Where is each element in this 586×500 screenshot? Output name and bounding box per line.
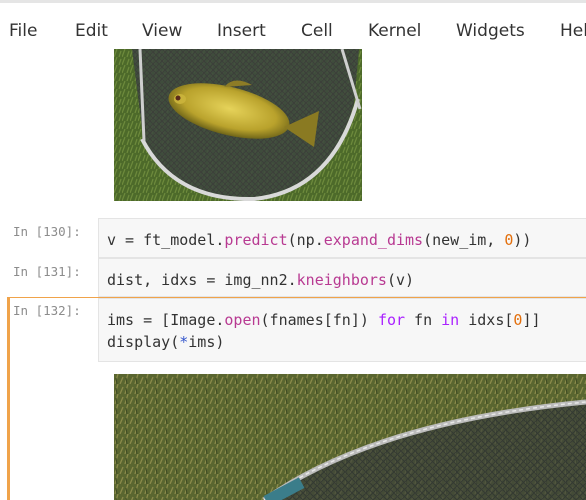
output-image-net-on-grass bbox=[114, 374, 586, 500]
cell-prompt: In [131]: bbox=[13, 264, 81, 279]
menu-help[interactable]: Help bbox=[560, 21, 586, 41]
menu-widgets[interactable]: Widgets bbox=[456, 21, 525, 41]
notebook-container[interactable]: In [130]: v = ft_model.predict(np.expand… bbox=[0, 47, 586, 500]
cell-input[interactable]: v = ft_model.predict(np.expand_dims(new_… bbox=[98, 218, 586, 258]
menu-insert[interactable]: Insert bbox=[217, 21, 266, 41]
cell-input[interactable]: dist, idxs = img_nn2.kneighbors(v) bbox=[98, 258, 586, 297]
menu-cell[interactable]: Cell bbox=[301, 21, 333, 41]
code-cell-132[interactable]: In [132]: ims = [Image.open(fnames[fn]) … bbox=[7, 298, 586, 362]
menu-kernel[interactable]: Kernel bbox=[368, 21, 421, 41]
code-line: dist, idxs = img_nn2.kneighbors(v) bbox=[107, 271, 415, 289]
cell-prompt: In [132]: bbox=[13, 303, 81, 318]
cell-prompt: In [130]: bbox=[13, 224, 81, 239]
code-line: v = ft_model.predict(np.expand_dims(new_… bbox=[107, 231, 532, 249]
menu-file[interactable]: File bbox=[9, 21, 37, 41]
menu-view[interactable]: View bbox=[142, 21, 182, 41]
code-cell-131[interactable]: In [131]: dist, idxs = img_nn2.kneighbor… bbox=[7, 258, 586, 297]
menu-bar: File Edit View Insert Cell Kernel Widget… bbox=[0, 3, 586, 47]
code-lines: ims = [Image.open(fnames[fn]) for fn in … bbox=[107, 311, 541, 351]
code-cell-130[interactable]: In [130]: v = ft_model.predict(np.expand… bbox=[7, 218, 586, 258]
menu-edit[interactable]: Edit bbox=[75, 21, 108, 41]
cell-input[interactable]: ims = [Image.open(fnames[fn]) for fn in … bbox=[98, 298, 586, 362]
output-image-fish bbox=[114, 49, 362, 201]
